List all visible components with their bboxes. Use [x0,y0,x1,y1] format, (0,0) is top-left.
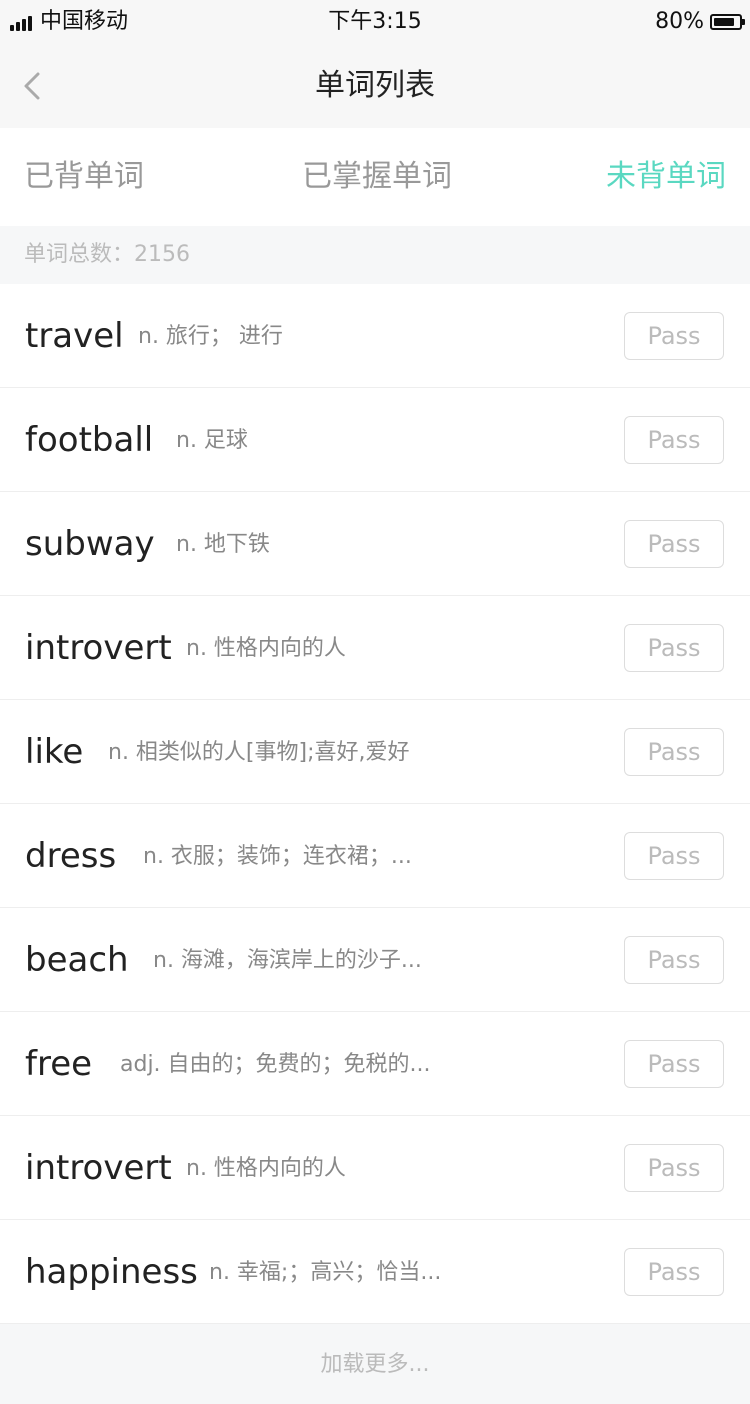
word-row: introvert n. 性格内向的人 Pass [0,596,750,700]
battery-percent: 80% [655,9,704,34]
word-text: introvert [25,1148,172,1188]
pass-button[interactable]: Pass [624,312,724,360]
word-text: football [25,420,154,460]
pass-button[interactable]: Pass [624,1040,724,1088]
word-definition: n. 性格内向的人 [186,636,346,661]
tab-bar: 已背单词 已掌握单词 未背单词 [0,128,750,226]
word-count-bar: 单词总数：2156 [0,226,750,284]
word-text: dress [25,836,117,876]
status-bar: 中国移动 下午3:15 80% [0,0,750,44]
pass-button[interactable]: Pass [624,624,724,672]
word-definition: n. 足球 [176,428,248,453]
word-row: beach n. 海滩，海滨岸上的沙子... Pass [0,908,750,1012]
load-more[interactable]: 加载更多... [0,1330,750,1404]
nav-bar: 单词列表 [0,44,750,128]
word-text: like [25,732,84,772]
pass-button[interactable]: Pass [624,1144,724,1192]
word-row: travel n. 旅行； 进行 Pass [0,284,750,388]
tab-memorized[interactable]: 已背单词 [24,156,144,198]
tab-unmemorized[interactable]: 未背单词 [606,156,726,198]
word-definition: n. 衣服；装饰；连衣裙；... [143,844,412,869]
pass-button[interactable]: Pass [624,832,724,880]
word-definition: adj. 自由的；免费的；免税的... [120,1052,431,1077]
word-text: travel [25,316,124,356]
word-list: travel n. 旅行； 进行 Pass football n. 足球 Pas… [0,284,750,1324]
word-row: introvert n. 性格内向的人 Pass [0,1116,750,1220]
pass-button[interactable]: Pass [624,416,724,464]
status-right: 80% [655,8,745,36]
word-definition: n. 性格内向的人 [186,1156,346,1181]
word-definition: n. 地下铁 [176,532,270,557]
battery-icon [710,14,745,30]
word-row: football n. 足球 Pass [0,388,750,492]
word-text: happiness [25,1252,198,1292]
word-text: subway [25,524,155,564]
word-row: free adj. 自由的；免费的；免税的... Pass [0,1012,750,1116]
word-row: like n. 相类似的人[事物];喜好,爱好 Pass [0,700,750,804]
word-text: free [25,1044,93,1084]
page-title: 单词列表 [315,68,435,103]
status-time: 下午3:15 [328,9,422,34]
word-row: dress n. 衣服；装饰；连衣裙；... Pass [0,804,750,908]
pass-button[interactable]: Pass [624,728,724,776]
word-definition: n. 旅行； 进行 [138,324,283,349]
word-text: beach [25,940,129,980]
load-more-label: 加载更多... [320,1352,430,1377]
word-row: happiness n. 幸福;；高兴；恰当... Pass [0,1220,750,1324]
pass-button[interactable]: Pass [624,1248,724,1296]
pass-button[interactable]: Pass [624,936,724,984]
pass-button[interactable]: Pass [624,520,724,568]
tab-mastered[interactable]: 已掌握单词 [302,156,452,198]
word-definition: n. 幸福;；高兴；恰当... [209,1260,442,1285]
word-definition: n. 海滩，海滨岸上的沙子... [153,948,422,973]
word-definition: n. 相类似的人[事物];喜好,爱好 [108,740,410,765]
word-row: subway n. 地下铁 Pass [0,492,750,596]
word-text: introvert [25,628,172,668]
word-count: 单词总数：2156 [24,242,190,267]
